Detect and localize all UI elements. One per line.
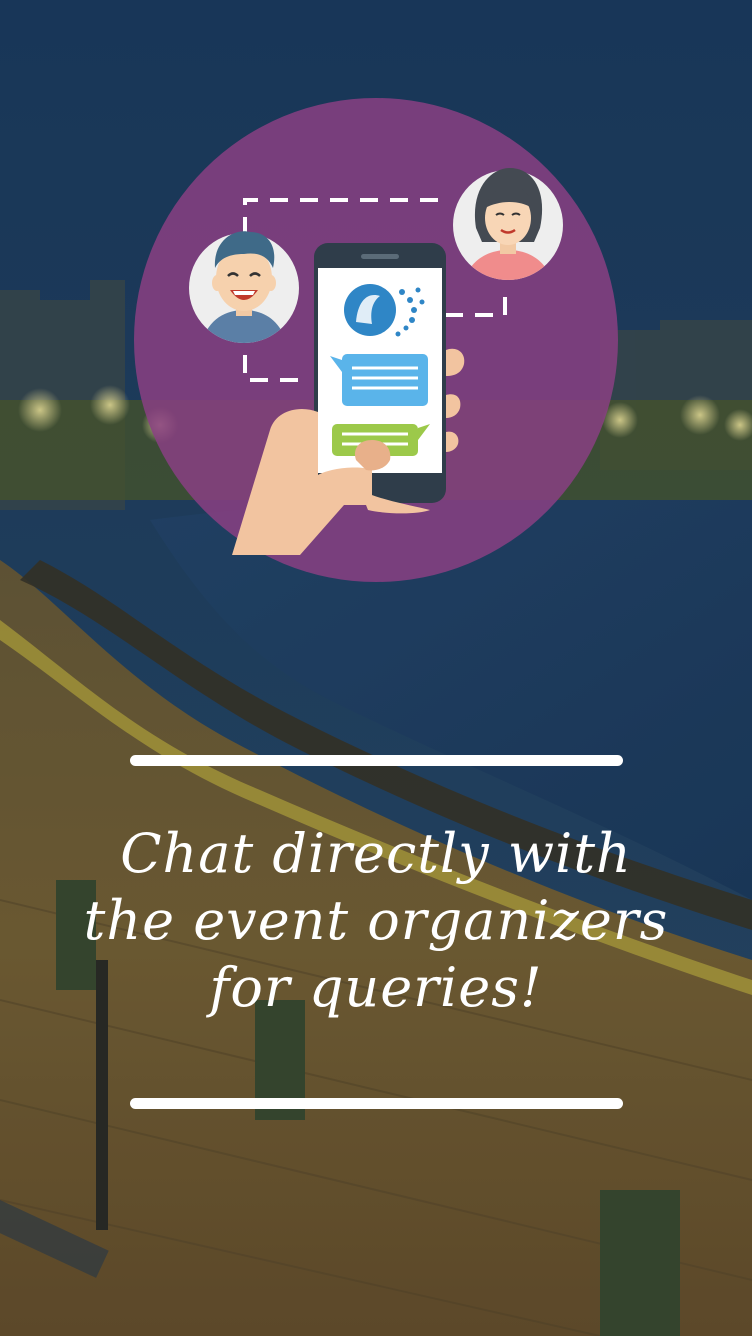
caption-line-1: Chat directly with — [120, 822, 632, 885]
chat-bubble-blue-icon — [330, 354, 428, 406]
top-divider — [130, 755, 623, 766]
caption-line-3: for queries! — [209, 956, 543, 1019]
chat-illustration — [134, 98, 618, 582]
caption-line-2: the event organizers — [83, 889, 669, 952]
bottom-divider — [130, 1098, 623, 1109]
onboarding-caption: Chat directly with the event organizers … — [40, 820, 712, 1021]
